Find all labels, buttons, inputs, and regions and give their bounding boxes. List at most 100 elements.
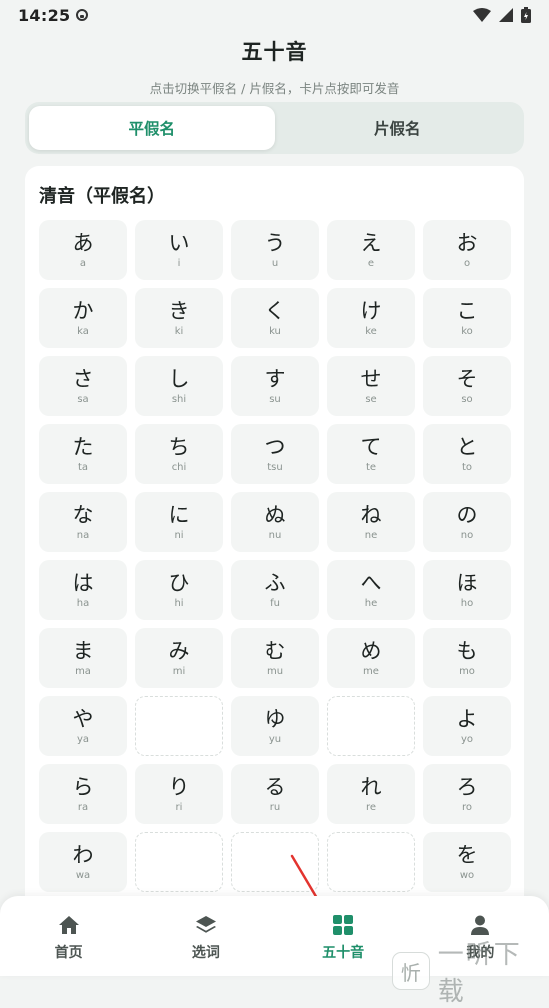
home-icon	[57, 914, 81, 936]
kana-card-ma[interactable]: ま ma	[39, 628, 127, 688]
kana-card-mo[interactable]: も mo	[423, 628, 511, 688]
kana-card-me[interactable]: め me	[327, 628, 415, 688]
kana-romaji: mu	[266, 666, 284, 677]
kana-card-fu[interactable]: ふ fu	[231, 560, 319, 620]
kana-card-yo[interactable]: よ yo	[423, 696, 511, 756]
kana-card-ya[interactable]: や ya	[39, 696, 127, 756]
notification-icon	[76, 9, 89, 21]
kana-char: に	[168, 503, 190, 527]
kana-card-ke[interactable]: け ke	[327, 288, 415, 348]
kana-char: し	[168, 367, 190, 391]
kana-char: ひ	[168, 571, 190, 595]
kana-card-so[interactable]: そ so	[423, 356, 511, 416]
kana-card-ha[interactable]: は ha	[39, 560, 127, 620]
kana-card-o[interactable]: おo	[423, 220, 511, 280]
kana-romaji: shi	[171, 394, 187, 405]
kana-card-no[interactable]: の no	[423, 492, 511, 552]
kana-romaji: ma	[75, 666, 91, 677]
kana-romaji: u	[271, 258, 279, 269]
kana-romaji: so	[461, 394, 473, 405]
kana-card-se[interactable]: せ se	[327, 356, 415, 416]
kana-char: ね	[360, 503, 382, 527]
kana-char: ち	[168, 435, 190, 459]
kana-romaji: se	[365, 394, 377, 405]
kana-card-na[interactable]: な na	[39, 492, 127, 552]
kana-romaji: ho	[460, 598, 474, 609]
kana-romaji: i	[177, 258, 181, 269]
tab-hiragana[interactable]: 平假名	[29, 106, 275, 150]
kana-card-u[interactable]: うu	[231, 220, 319, 280]
kana-char: そ	[456, 367, 478, 391]
kana-romaji: wo	[459, 870, 475, 881]
kana-card-e[interactable]: えe	[327, 220, 415, 280]
kana-char: か	[72, 299, 94, 323]
kana-char: ら	[72, 775, 94, 799]
kana-card-ro[interactable]: ろ ro	[423, 764, 511, 824]
kana-romaji: hi	[174, 598, 184, 609]
kana-card-re[interactable]: れ re	[327, 764, 415, 824]
kana-romaji: ta	[77, 462, 89, 473]
kana-card-chi[interactable]: ち chi	[135, 424, 223, 484]
kana-card-ka[interactable]: か ka	[39, 288, 127, 348]
kana-char: て	[360, 435, 382, 459]
user-icon	[468, 914, 492, 936]
kana-card-hi[interactable]: ひ hi	[135, 560, 223, 620]
kana-romaji: fu	[270, 598, 280, 609]
kana-romaji: a	[79, 258, 87, 269]
kana-romaji: su	[269, 394, 281, 405]
kana-card-ri[interactable]: り ri	[135, 764, 223, 824]
kana-romaji: ri	[175, 802, 183, 813]
kana-card: 清音（平假名） あ a い i う u え e お o か ka き ki く ku け ke こ ko さ sa し shi…	[25, 166, 524, 926]
kana-card-sa[interactable]: さ sa	[39, 356, 127, 416]
kana-char: も	[456, 639, 478, 663]
kana-romaji: ki	[174, 326, 184, 337]
kana-card-ta[interactable]: た ta	[39, 424, 127, 484]
kana-romaji: he	[364, 598, 378, 609]
kana-card-te[interactable]: て te	[327, 424, 415, 484]
kana-romaji: tsu	[267, 462, 283, 473]
kana-placeholder	[327, 832, 415, 892]
kana-char: む	[264, 639, 286, 663]
kana-card-to[interactable]: と to	[423, 424, 511, 484]
kana-card-he[interactable]: へ he	[327, 560, 415, 620]
kana-card-shi[interactable]: し shi	[135, 356, 223, 416]
kana-romaji: ka	[77, 326, 89, 337]
kana-romaji: ko	[461, 326, 473, 337]
kana-char: け	[360, 299, 382, 323]
nav-item-gojuon[interactable]: 五十音	[275, 896, 412, 976]
kana-card-a[interactable]: あa	[39, 220, 127, 280]
kana-card-yu[interactable]: ゆ yu	[231, 696, 319, 756]
kana-romaji: ru	[269, 802, 281, 813]
kana-card-tsu[interactable]: つ tsu	[231, 424, 319, 484]
kana-card-mu[interactable]: む mu	[231, 628, 319, 688]
nav-item-vocab[interactable]: 选词	[137, 896, 274, 976]
kana-placeholder	[231, 832, 319, 892]
kana-card-ru[interactable]: る ru	[231, 764, 319, 824]
kana-romaji: yu	[268, 734, 282, 745]
nav-item-home[interactable]: 首页	[0, 896, 137, 976]
kana-card-ne[interactable]: ね ne	[327, 492, 415, 552]
kana-card-ki[interactable]: き ki	[135, 288, 223, 348]
kana-romaji: chi	[171, 462, 187, 473]
kana-card-ni[interactable]: に ni	[135, 492, 223, 552]
kana-romaji: e	[367, 258, 375, 269]
kana-card-su[interactable]: す su	[231, 356, 319, 416]
kana-card-nu[interactable]: ぬ nu	[231, 492, 319, 552]
kana-card-ku[interactable]: く ku	[231, 288, 319, 348]
page-title: 五十音	[241, 40, 308, 64]
kana-romaji: mo	[459, 666, 475, 677]
kana-card-ho[interactable]: ほ ho	[423, 560, 511, 620]
kana-card-ko[interactable]: こ ko	[423, 288, 511, 348]
tab-katakana[interactable]: 片假名	[275, 106, 521, 150]
kana-char: え	[360, 231, 382, 255]
kana-char: と	[456, 435, 478, 459]
kana-grid: あ a い i う u え e お o か ka き ki く ku け ke こ ko さ sa し shi す su せ se そ s…	[39, 220, 511, 892]
status-bar: 14:25	[0, 0, 549, 30]
kana-card-ra[interactable]: ら ra	[39, 764, 127, 824]
nav-item-profile[interactable]: 我的	[412, 896, 549, 976]
kana-card-wo[interactable]: を wo	[423, 832, 511, 892]
kana-char: う	[264, 231, 286, 255]
kana-card-mi[interactable]: み mi	[135, 628, 223, 688]
kana-card-wa[interactable]: わ wa	[39, 832, 127, 892]
kana-card-i[interactable]: いi	[135, 220, 223, 280]
